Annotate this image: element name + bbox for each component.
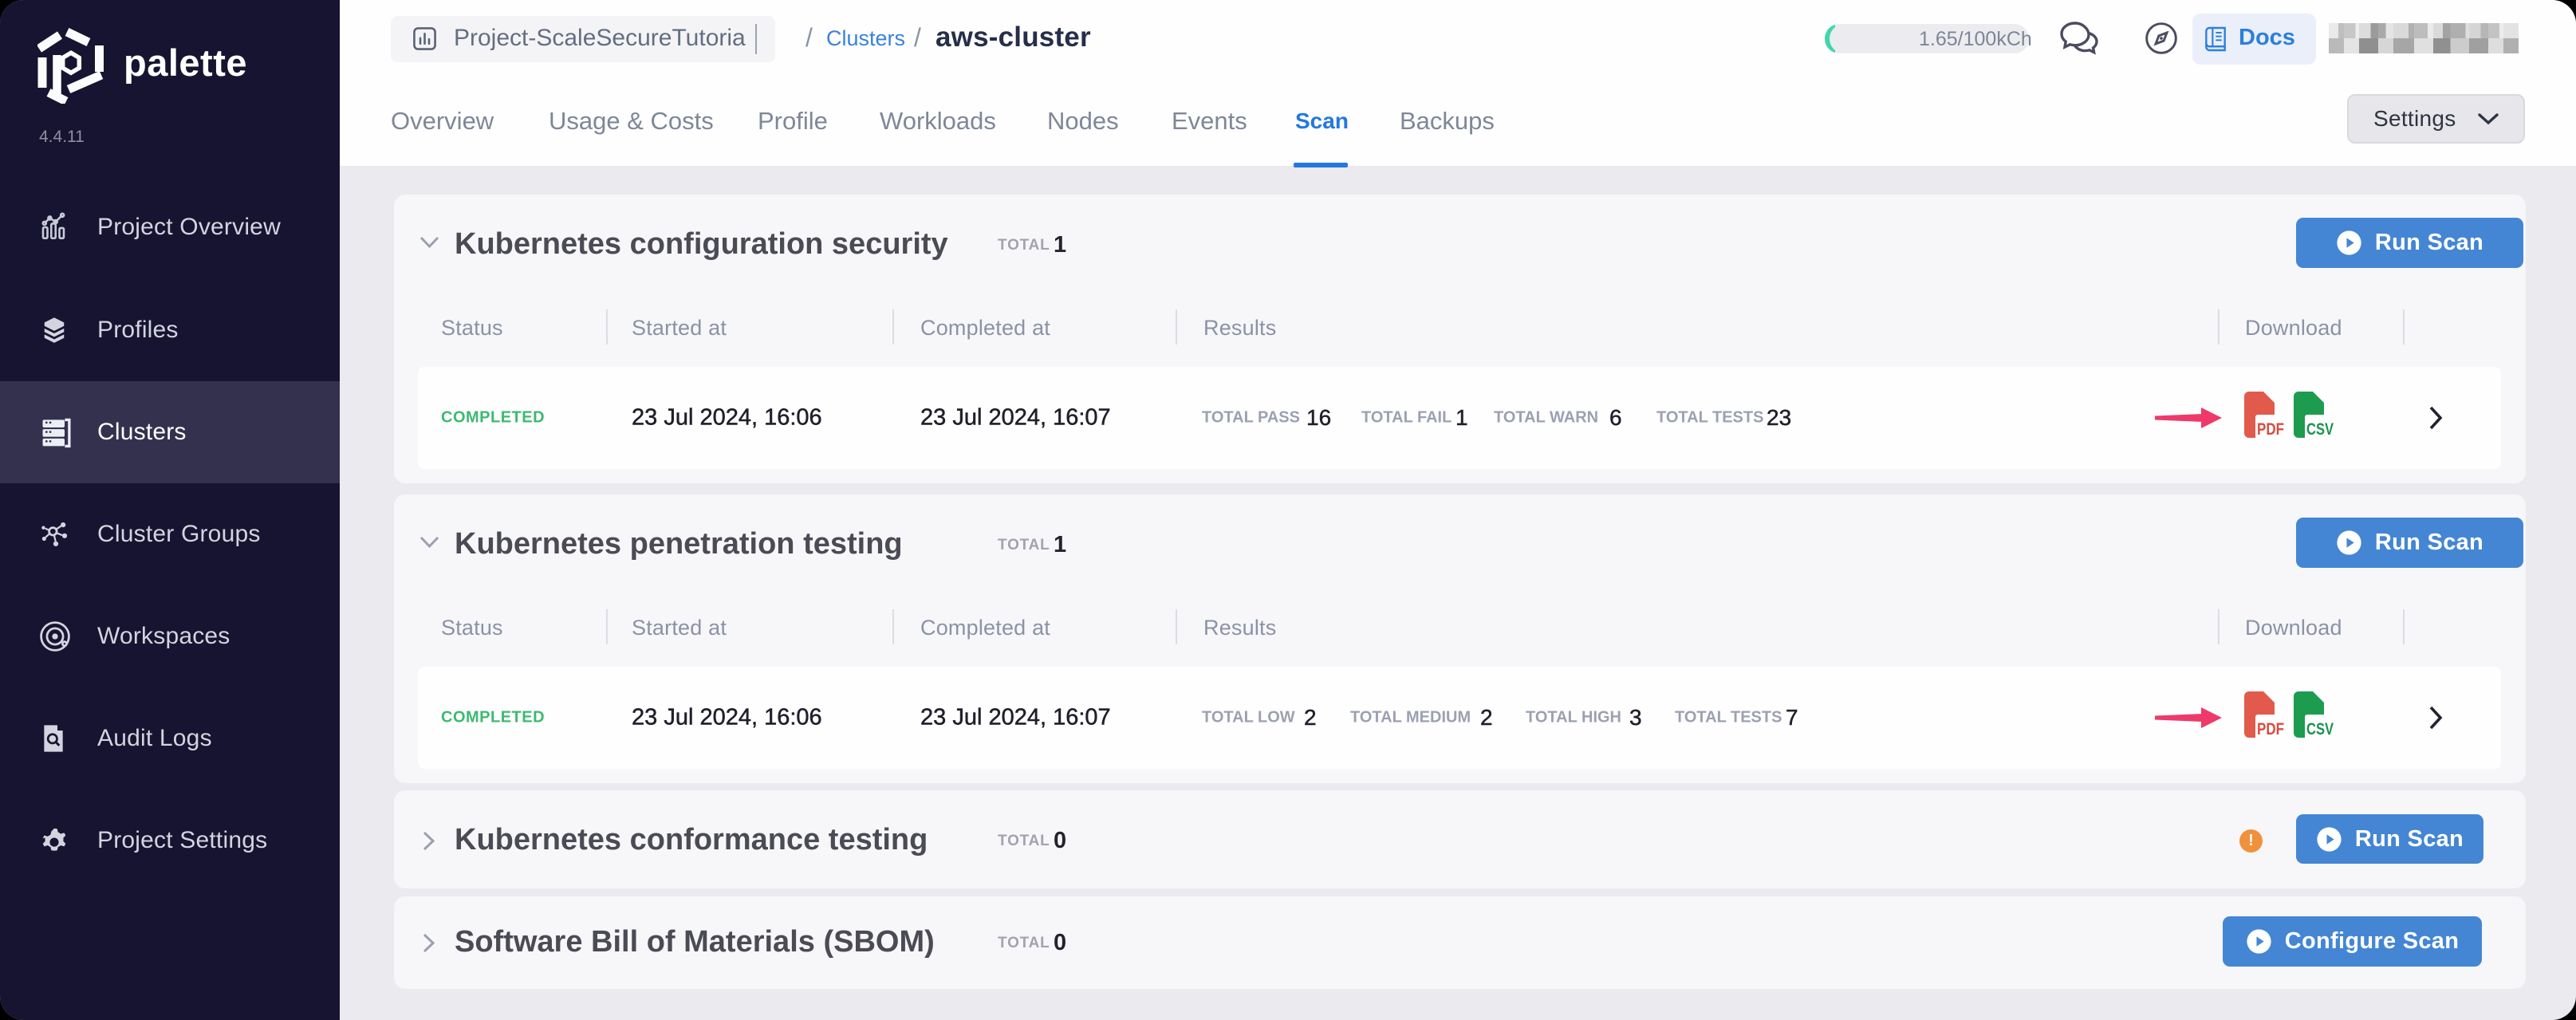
svg-text:PDF: PDF [2257,720,2284,738]
svg-text:CSV: CSV [2306,720,2334,738]
svg-text:CSV: CSV [2306,420,2334,439]
svg-text:PDF: PDF [2257,420,2284,439]
